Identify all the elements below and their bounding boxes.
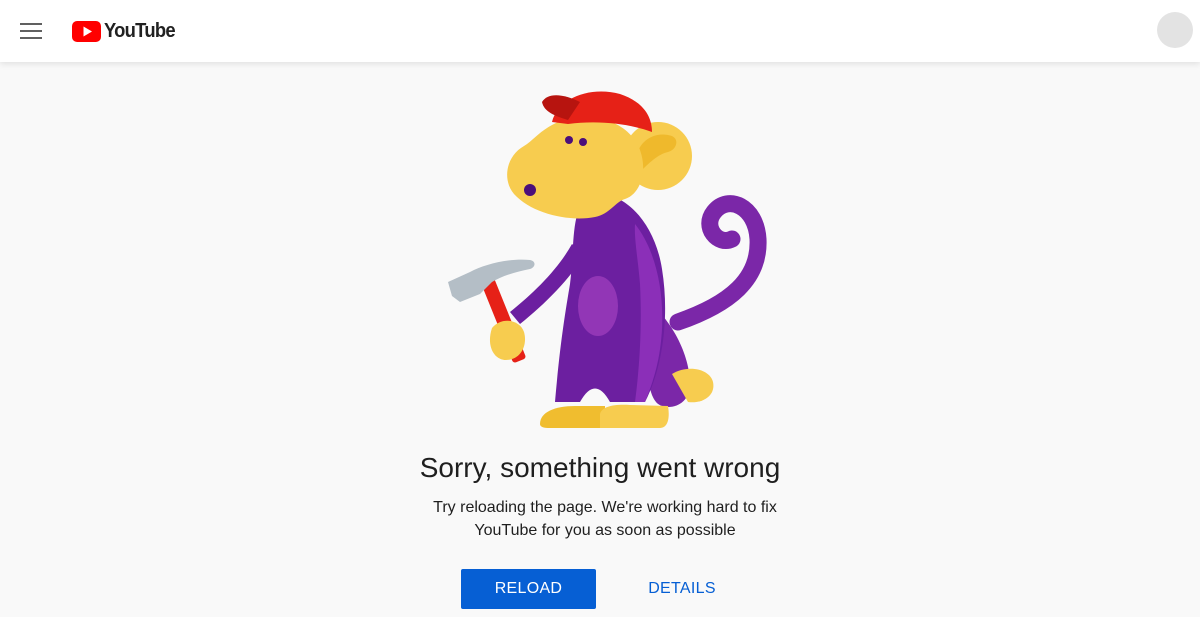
menu-button[interactable] bbox=[14, 16, 48, 46]
error-message: Try reloading the page. We're working ha… bbox=[433, 499, 777, 539]
top-bar: YouTube bbox=[0, 0, 1200, 62]
monkey-belly bbox=[578, 276, 618, 336]
monkey-illustration bbox=[448, 91, 767, 428]
youtube-logo[interactable]: YouTube bbox=[72, 19, 181, 43]
monkey-eye-left bbox=[565, 136, 573, 144]
details-button[interactable]: DETAILS bbox=[632, 569, 732, 609]
monkey-eye-right bbox=[579, 138, 587, 146]
monkey-foot-left bbox=[540, 406, 605, 428]
hamburger-menu-icon bbox=[20, 23, 42, 39]
youtube-play-icon bbox=[72, 20, 101, 42]
monkey-tail bbox=[669, 195, 767, 331]
logo-text: YouTube bbox=[104, 19, 176, 42]
monkey-nose bbox=[524, 184, 536, 196]
monkey-foot-right bbox=[600, 404, 669, 428]
reload-button[interactable]: RELOAD bbox=[461, 569, 596, 609]
error-title: Sorry, something went wrong bbox=[419, 452, 781, 483]
avatar[interactable] bbox=[1157, 12, 1193, 48]
